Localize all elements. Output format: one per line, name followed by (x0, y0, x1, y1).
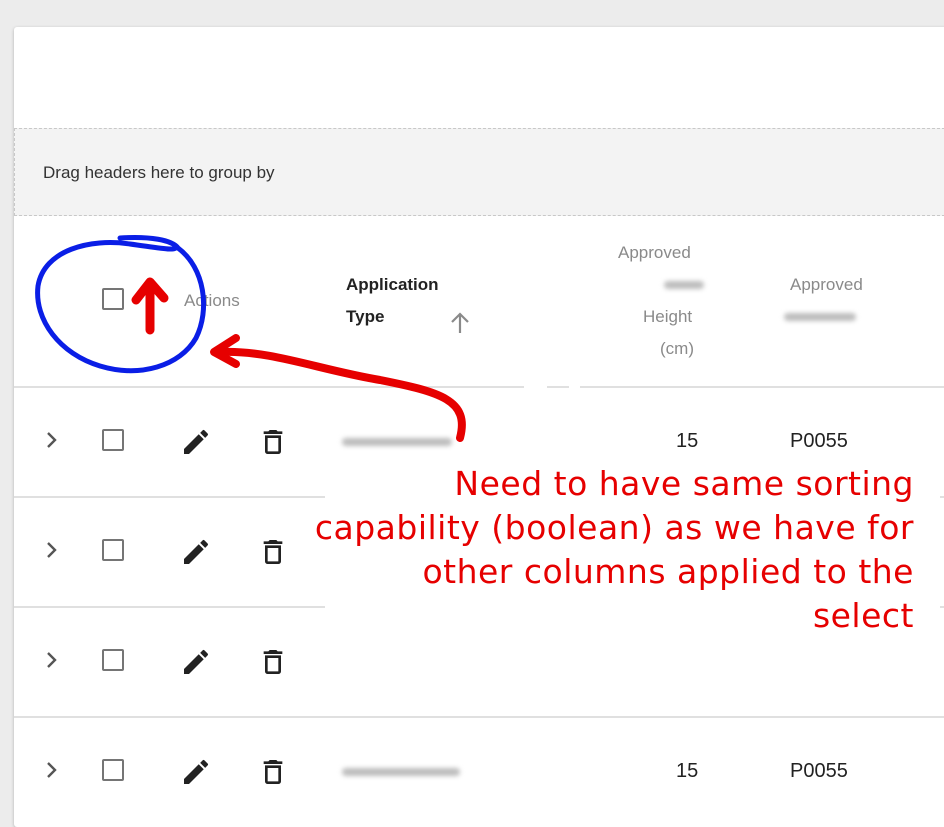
approved-cell: P0055 (790, 760, 848, 782)
table-row[interactable]: 15 P0055 (14, 718, 944, 827)
redacted-text (664, 281, 704, 289)
sort-ascending-icon[interactable] (448, 311, 472, 335)
row-select-checkbox[interactable] (102, 649, 124, 671)
row-select-checkbox[interactable] (102, 539, 124, 561)
pencil-icon[interactable] (180, 756, 212, 788)
trash-icon[interactable] (257, 756, 289, 788)
trash-icon[interactable] (257, 646, 289, 678)
redacted-text (342, 768, 460, 776)
pencil-icon[interactable] (180, 536, 212, 568)
pencil-icon[interactable] (180, 426, 212, 458)
pencil-icon[interactable] (180, 646, 212, 678)
chevron-right-icon[interactable] (42, 760, 62, 780)
group-by-hint: Drag headers here to group by (43, 163, 275, 182)
annotation-note: Need to have same sorting capability (bo… (314, 464, 914, 635)
trash-icon[interactable] (257, 536, 289, 568)
height-cell: 15 (676, 430, 699, 452)
chevron-right-icon[interactable] (42, 540, 62, 560)
row-select-checkbox[interactable] (102, 429, 124, 451)
chevron-right-icon[interactable] (42, 430, 62, 450)
grid-header: Actions Application Type Approved Height… (14, 215, 944, 385)
height-cell: 15 (676, 760, 699, 782)
actions-header: Actions (184, 291, 240, 310)
group-by-panel[interactable]: Drag headers here to group by (14, 128, 944, 216)
select-all-checkbox[interactable] (102, 288, 124, 310)
row-select-checkbox[interactable] (102, 759, 124, 781)
approved-cell: P0055 (790, 430, 848, 452)
chevron-right-icon[interactable] (42, 650, 62, 670)
trash-icon[interactable] (257, 426, 289, 458)
redacted-text (784, 313, 856, 321)
redacted-text (342, 438, 452, 446)
grid-card: Drag headers here to group by Actions Ap… (14, 27, 944, 827)
